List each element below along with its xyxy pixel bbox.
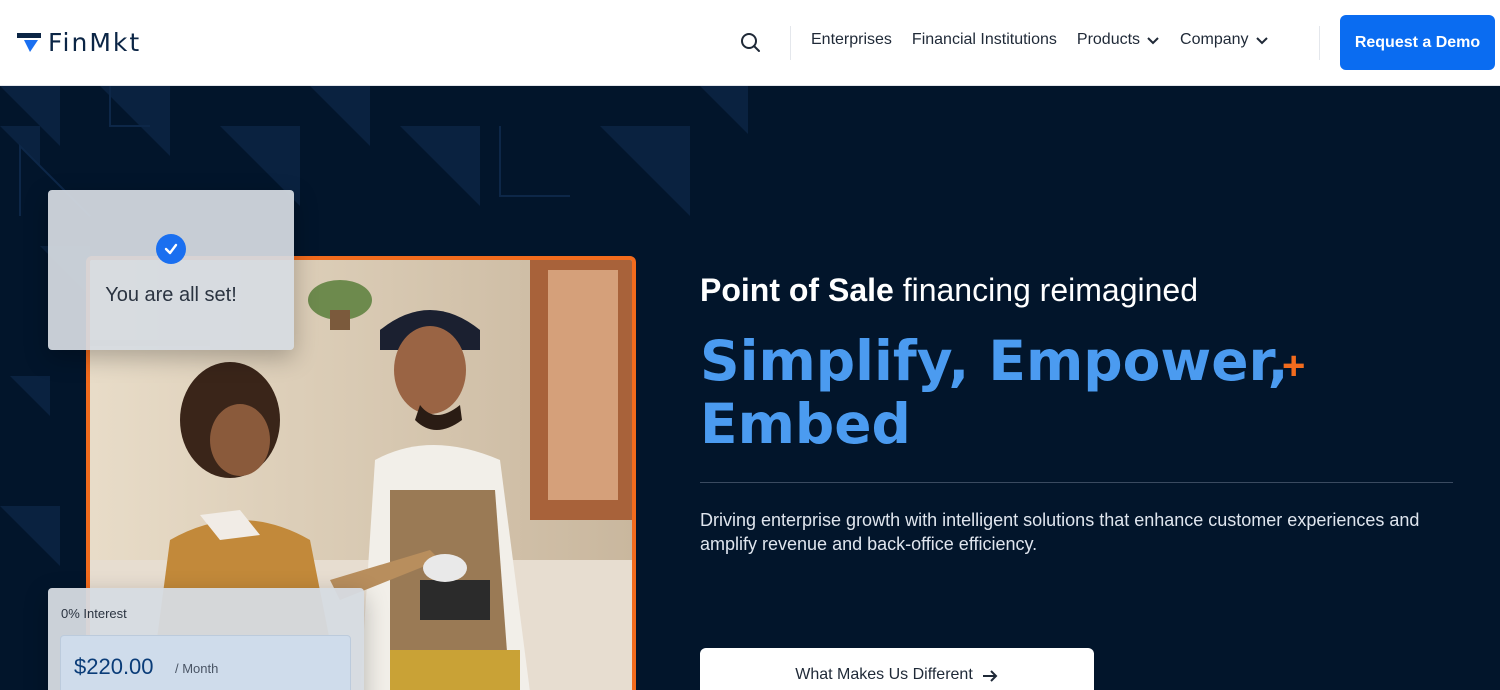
nav-item-enterprises[interactable]: Enterprises	[811, 31, 892, 49]
price-period: / Month	[175, 661, 219, 676]
search-icon	[741, 33, 760, 52]
hero-section: You are all set! 0% Interest $220.00 / M…	[0, 86, 1500, 690]
hero-description: Driving enterprise growth with intellige…	[700, 510, 1420, 554]
headline-plus: +	[1282, 344, 1306, 388]
nav-label: Products	[1076, 31, 1141, 48]
monthly-price: $220.00	[74, 654, 154, 679]
kicker-bold: Point of Sale	[700, 272, 894, 308]
chevron-down-icon	[1147, 37, 1159, 45]
nav-item-company[interactable]: Company	[1180, 31, 1268, 49]
financing-card: 0% Interest $220.00 / Month	[48, 588, 364, 690]
logo-text: FinMkt	[48, 28, 142, 57]
confirmation-text: You are all set!	[105, 284, 237, 306]
price-box: $220.00 / Month	[60, 635, 351, 690]
nav-item-products[interactable]: Products	[1077, 31, 1160, 49]
cta-label: What Makes Us Different	[795, 666, 973, 683]
request-demo-button[interactable]: Request a Demo	[1340, 15, 1495, 70]
what-makes-us-different-button[interactable]: What Makes Us Different	[700, 648, 1094, 690]
nav-label: Financial Institutions	[911, 31, 1057, 48]
chevron-down-icon	[1255, 37, 1268, 45]
interest-label: 0% Interest	[61, 606, 127, 621]
hero-kicker: Point of Sale financing reimagined	[700, 272, 1198, 309]
arrow-right-icon	[982, 670, 998, 682]
nav-item-financial-institutions[interactable]: Financial Institutions	[912, 31, 1057, 49]
kicker-rest: financing reimagined	[893, 272, 1198, 308]
nav-label: Enterprises	[811, 31, 892, 48]
logo-mark-icon	[17, 32, 41, 52]
confirmation-card: You are all set!	[48, 190, 294, 350]
nav-label: Company	[1180, 31, 1249, 48]
hero-divider	[700, 482, 1453, 483]
nav-divider	[790, 26, 791, 60]
main-nav: Enterprises Financial Institutions Produ…	[811, 31, 1269, 49]
check-icon	[156, 234, 186, 264]
nav-divider	[1319, 26, 1320, 60]
site-header: FinMkt Enterprises Financial Institution…	[0, 0, 1500, 86]
search-button[interactable]	[738, 30, 764, 56]
logo[interactable]: FinMkt	[16, 28, 141, 57]
headline-line-2: Embed	[700, 392, 911, 456]
